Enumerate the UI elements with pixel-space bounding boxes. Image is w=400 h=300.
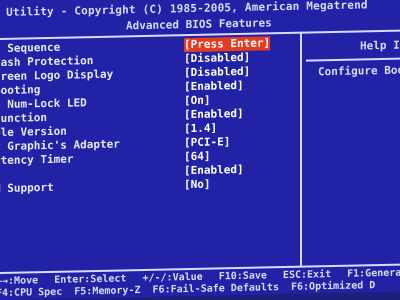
- key-hint-select: Enter:Select: [54, 273, 127, 286]
- key-hint-fail-safe: F6:Fail-Safe Defaults: [152, 282, 279, 296]
- setting-value[interactable]: [64]: [184, 150, 211, 165]
- setting-value[interactable]: [On]: [184, 94, 211, 109]
- settings-panel: t Sequence [Press Enter] lash Protection…: [0, 33, 302, 273]
- bios-screen: etup Utility - Copyright (C) 1985-2005, …: [0, 0, 400, 300]
- key-hint-help: F1:Genera: [347, 267, 400, 280]
- setting-value[interactable]: [Enabled]: [184, 107, 244, 122]
- setting-value[interactable]: [Disabled]: [184, 51, 250, 66]
- help-title: Help I: [360, 38, 400, 53]
- setting-value[interactable]: [Enabled]: [184, 163, 244, 178]
- key-hint-move: ←→:Move: [0, 275, 39, 288]
- key-hint-exit: ESC:Exit: [282, 269, 332, 282]
- help-panel: Help I Configure Boo: [306, 31, 400, 265]
- utility-title: etup Utility - Copyright (C) 1985-2005, …: [0, 0, 368, 20]
- key-hint-optimized: F6:Optimized D: [291, 280, 376, 293]
- setting-value[interactable]: [No]: [184, 178, 211, 193]
- key-hint-value: +/-/:Value: [142, 271, 203, 285]
- setting-value[interactable]: [Enabled]: [184, 79, 244, 94]
- key-hint-save: F10:Save: [218, 270, 267, 283]
- page-title: Advanced BIOS Features: [126, 16, 272, 33]
- key-hint-cpu-spec: F4:CPU Spec: [0, 286, 63, 300]
- help-divider: [306, 57, 400, 62]
- help-text: Configure Boo: [318, 63, 400, 79]
- key-hint-memory-z: F5:Memory-Z: [74, 285, 141, 298]
- setting-label: M Support: [0, 180, 54, 195]
- setting-value[interactable]: [PCI-E]: [184, 135, 230, 150]
- setting-value[interactable]: [Disabled]: [184, 65, 250, 80]
- setting-value[interactable]: [1.4]: [184, 121, 217, 136]
